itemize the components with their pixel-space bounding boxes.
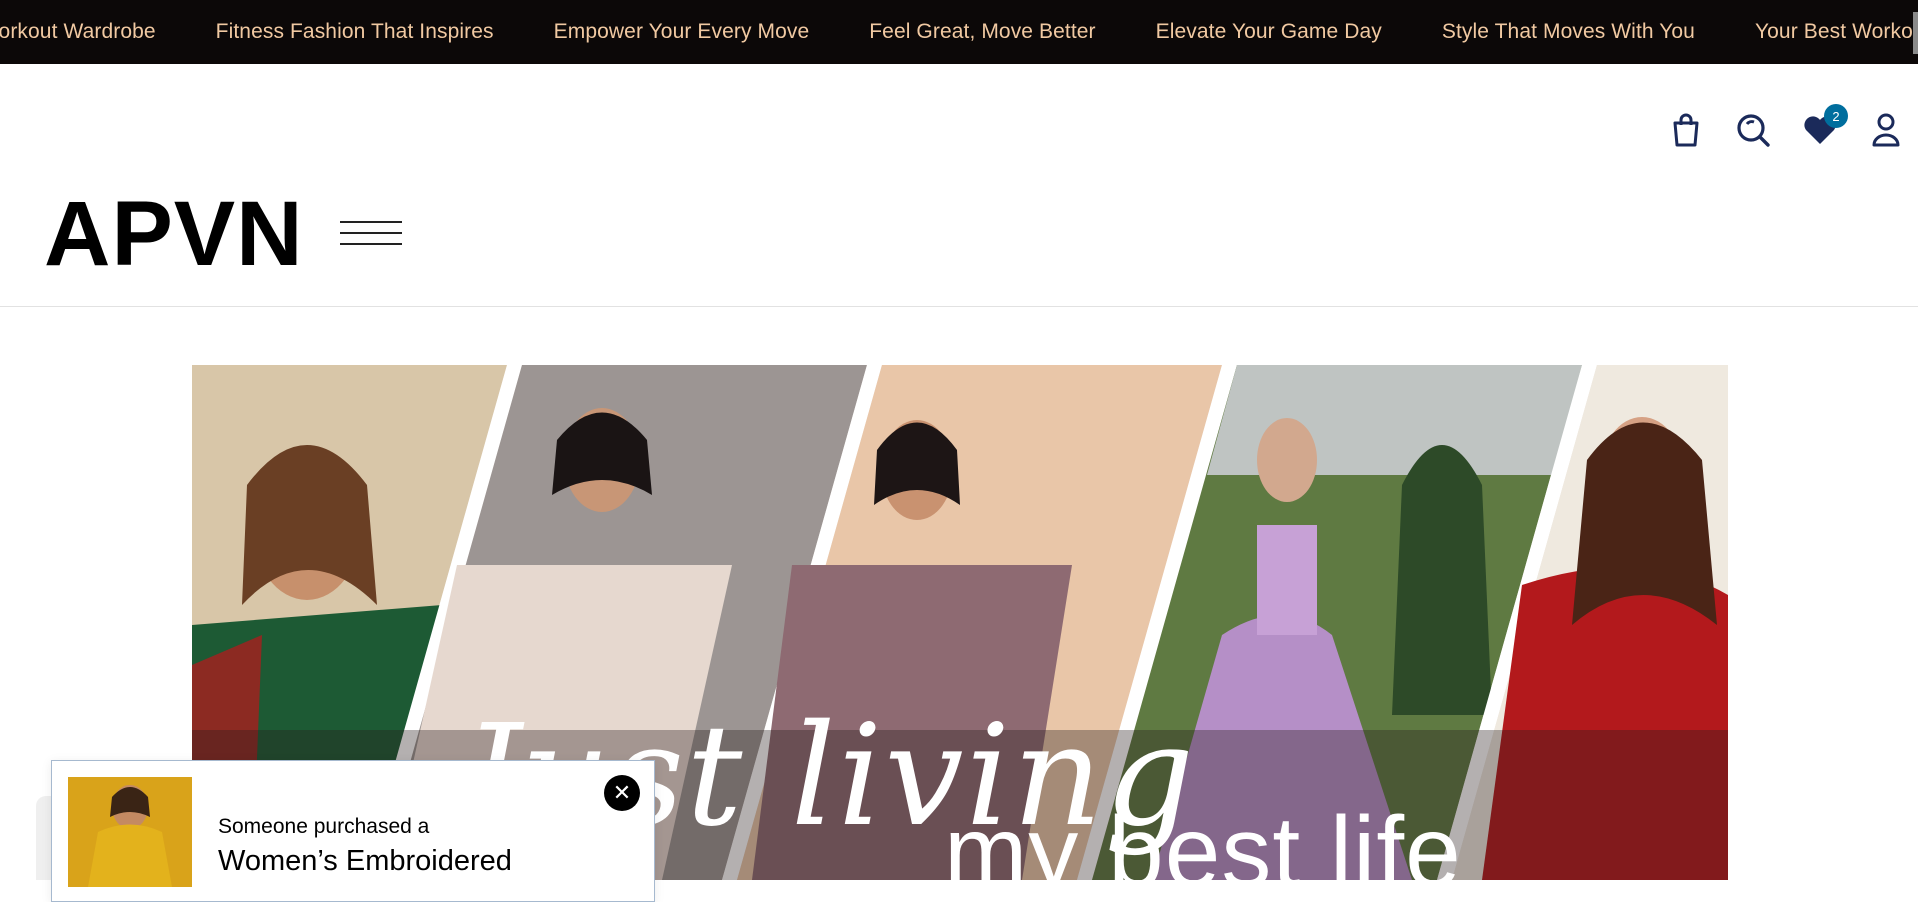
- account-button[interactable]: [1866, 110, 1906, 150]
- cart-button[interactable]: [1666, 110, 1706, 150]
- menu-line: [340, 221, 402, 223]
- ticker-item: Empower Your Every Move: [553, 20, 810, 43]
- wishlist-button[interactable]: 2: [1800, 104, 1848, 150]
- site-header: 2 APVN: [0, 64, 1918, 307]
- search-button[interactable]: [1733, 110, 1773, 150]
- ticker-item: Style That Moves With You: [1441, 20, 1695, 43]
- close-icon: ✕: [612, 780, 632, 805]
- menu-line: [340, 243, 402, 245]
- announcement-ticker: Workout Wardrobe Fitness Fashion That In…: [0, 0, 1918, 64]
- scrollbar-edge[interactable]: [1913, 12, 1918, 54]
- ticker-item: Workout Wardrobe: [0, 20, 156, 43]
- ticker-item: Fitness Fashion That Inspires: [215, 20, 494, 43]
- hero-tagline: my best life: [944, 796, 1462, 880]
- search-icon: [1737, 114, 1770, 147]
- purchase-notification[interactable]: ✕ Someone purchased a Women’s Embroidere…: [51, 760, 655, 902]
- ticker-item: Your Best Workout S: [1754, 20, 1918, 43]
- product-image: [68, 777, 192, 887]
- popup-product-name[interactable]: Women’s Embroidered: [218, 845, 512, 878]
- shopping-bag-icon: [1673, 113, 1699, 147]
- menu-button[interactable]: [340, 219, 402, 249]
- ticker-track: Workout Wardrobe Fitness Fashion That In…: [0, 0, 1918, 64]
- product-thumbnail[interactable]: [68, 777, 192, 887]
- wishlist-count-badge: 2: [1824, 104, 1848, 128]
- user-icon: [1872, 113, 1900, 147]
- site-logo[interactable]: APVN: [44, 188, 304, 280]
- popup-message: Someone purchased a: [218, 815, 430, 838]
- close-button[interactable]: ✕: [604, 775, 640, 811]
- menu-line: [340, 232, 402, 234]
- ticker-item: Elevate Your Game Day: [1155, 20, 1382, 43]
- ticker-item: Feel Great, Move Better: [869, 20, 1096, 43]
